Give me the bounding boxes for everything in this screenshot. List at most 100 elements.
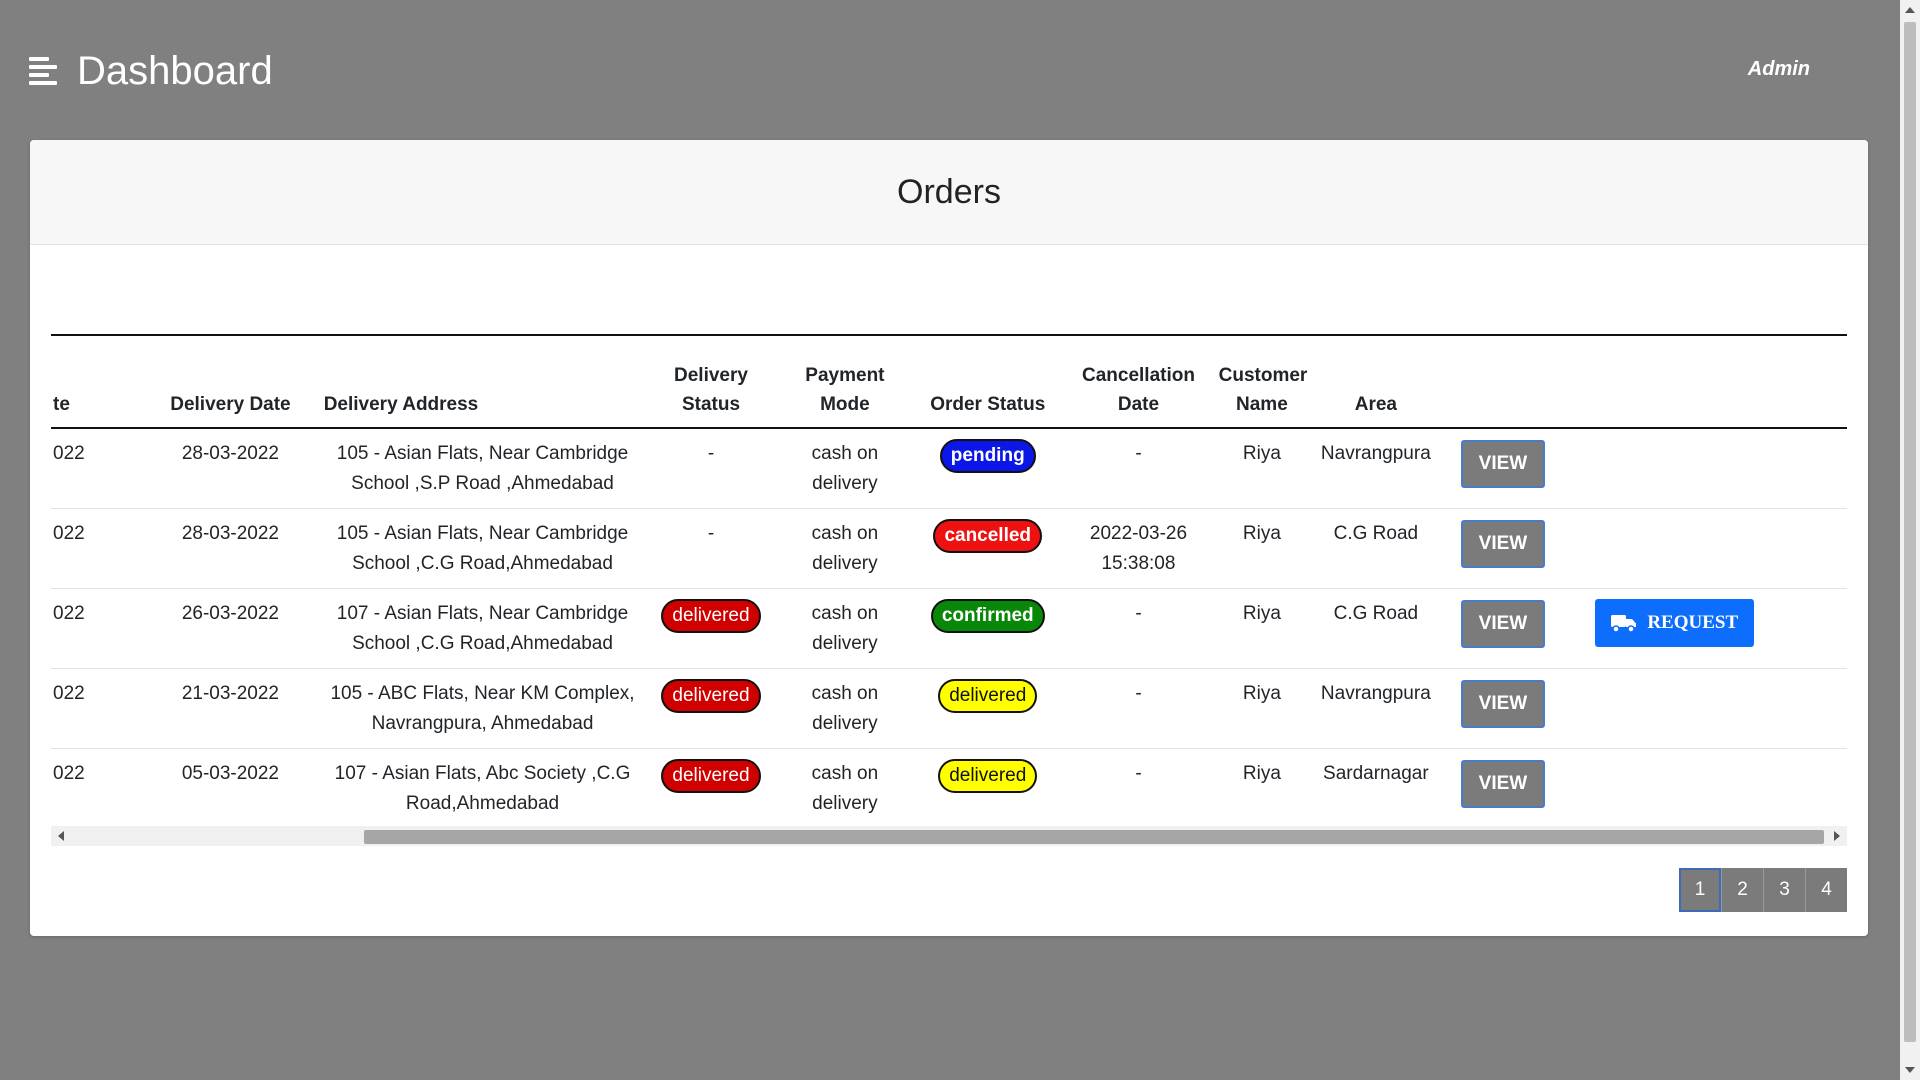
order-date-cell: 022: [51, 428, 142, 509]
column-header-payment-mode: Payment Mode: [776, 334, 914, 429]
column-header-customer-name: Customer Name: [1214, 334, 1310, 429]
column-header-delivery-status: Delivery Status: [645, 334, 777, 429]
scrollbar-thumb[interactable]: [364, 830, 1824, 844]
customer-cell: Riya: [1214, 668, 1310, 749]
action-cell: VIEW: [1442, 748, 1564, 829]
orders-card: Orders te Delivery Date Delivery Address…: [30, 140, 1868, 936]
delivery-status-badge: delivered: [661, 758, 761, 793]
top-bar: Dashboard Admin: [0, 0, 1898, 140]
delivery-date-cell: 28-03-2022: [141, 428, 320, 509]
order-date-cell: 022: [51, 588, 142, 669]
column-header-delivery-date: Delivery Date: [141, 334, 320, 429]
delivery-status-badge: delivered: [661, 678, 761, 713]
column-header-area: Area: [1309, 334, 1443, 429]
delivery-status-badge: delivered: [661, 598, 761, 633]
customer-cell: Riya: [1214, 748, 1310, 829]
order-date-cell: 022: [51, 748, 142, 829]
cancellation-date-cell: -: [1062, 668, 1215, 749]
area-cell: C.G Road: [1309, 588, 1443, 669]
address-cell: 107 - Asian Flats, Abc Society ,C.G Road…: [319, 748, 646, 829]
area-cell: Sardarnagar: [1309, 748, 1443, 829]
area-cell: Navrangpura: [1309, 668, 1443, 749]
order-date-cell: 022: [51, 508, 142, 589]
request-cell: [1563, 508, 1847, 589]
view-button[interactable]: VIEW: [1460, 599, 1545, 648]
orders-table-container[interactable]: te Delivery Date Delivery Address Delive…: [51, 334, 1847, 830]
status-badge: pending: [939, 439, 1036, 473]
view-button[interactable]: VIEW: [1460, 759, 1545, 808]
payment-mode-cell: cash on delivery: [776, 428, 914, 509]
page-button-4[interactable]: 4: [1805, 868, 1847, 912]
card-title: Orders: [897, 172, 1001, 211]
address-cell: 105 - Asian Flats, Near Cambridge School…: [319, 508, 646, 589]
action-cell: VIEW: [1442, 508, 1564, 589]
card-header: Orders: [30, 140, 1868, 245]
delivery-date-cell: 28-03-2022: [141, 508, 320, 589]
request-cell: [1563, 748, 1847, 829]
scroll-down-arrow-icon[interactable]: [1905, 1067, 1915, 1073]
table-row: 022 21-03-2022 105 - ABC Flats, Near KM …: [51, 668, 1847, 749]
hamburger-menu-icon[interactable]: [29, 57, 57, 85]
admin-user-label[interactable]: Admin: [1748, 58, 1810, 81]
column-header-cancellation-date: Cancellation Date: [1062, 334, 1215, 429]
table-header-row: te Delivery Date Delivery Address Delive…: [51, 334, 1847, 429]
order-status-cell: cancelled: [913, 508, 1063, 589]
action-cell: VIEW: [1442, 428, 1564, 509]
view-button[interactable]: VIEW: [1460, 679, 1545, 728]
view-button[interactable]: VIEW: [1460, 440, 1545, 488]
customer-cell: Riya: [1214, 588, 1310, 669]
pagination: 1 2 3 4: [1679, 868, 1847, 912]
address-cell: 105 - ABC Flats, Near KM Complex, Navran…: [319, 668, 646, 749]
scroll-left-arrow-icon[interactable]: [58, 831, 64, 841]
delivery-status-cell: delivered: [645, 668, 777, 749]
delivery-date-cell: 05-03-2022: [141, 748, 320, 829]
page-button-2[interactable]: 2: [1721, 868, 1763, 912]
order-status-cell: pending: [913, 428, 1063, 509]
area-cell: C.G Road: [1309, 508, 1443, 589]
request-cell: [1563, 428, 1847, 509]
column-header-actions: [1442, 334, 1564, 429]
table-row: 022 26-03-2022 107 - Asian Flats, Near C…: [51, 588, 1847, 669]
payment-mode-cell: cash on delivery: [776, 588, 914, 669]
delivery-status-cell: -: [645, 508, 777, 589]
order-date-cell: 022: [51, 668, 142, 749]
page-title: Dashboard: [77, 49, 273, 93]
order-status-cell: delivered: [913, 668, 1063, 749]
payment-mode-cell: cash on delivery: [776, 748, 914, 829]
address-cell: 107 - Asian Flats, Near Cambridge School…: [319, 588, 646, 669]
request-cell: REQUEST: [1563, 588, 1847, 669]
page-button-3[interactable]: 3: [1763, 868, 1805, 912]
cancellation-date-cell: 2022-03-26 15:38:08: [1062, 508, 1215, 589]
delivery-date-cell: 26-03-2022: [141, 588, 320, 669]
request-button-label: REQUEST: [1647, 611, 1739, 633]
table-row: 022 05-03-2022 107 - Asian Flats, Abc So…: [51, 748, 1847, 829]
cancellation-date-cell: -: [1062, 428, 1215, 509]
scroll-right-arrow-icon[interactable]: [1834, 831, 1840, 841]
window-scrollbar-thumb[interactable]: [1904, 22, 1916, 1042]
column-header-request: [1563, 334, 1847, 429]
status-badge: delivered: [938, 678, 1038, 713]
delivery-status-cell: delivered: [645, 748, 777, 829]
action-cell: VIEW: [1442, 668, 1564, 749]
table-row: 022 28-03-2022 105 - Asian Flats, Near C…: [51, 508, 1847, 589]
request-delivery-button[interactable]: REQUEST: [1595, 598, 1755, 647]
action-cell: VIEW: [1442, 588, 1564, 669]
scroll-up-arrow-icon[interactable]: [1905, 7, 1915, 13]
customer-cell: Riya: [1214, 428, 1310, 509]
truck-icon: [1611, 614, 1637, 633]
cancellation-date-cell: -: [1062, 748, 1215, 829]
window-vertical-scrollbar[interactable]: [1900, 0, 1920, 1080]
area-cell: Navrangpura: [1309, 428, 1443, 509]
delivery-status-cell: delivered: [645, 588, 777, 669]
delivery-date-cell: 21-03-2022: [141, 668, 320, 749]
customer-cell: Riya: [1214, 508, 1310, 589]
column-header-order-date: te: [51, 334, 142, 429]
table-horizontal-scrollbar[interactable]: [51, 826, 1847, 846]
order-status-cell: delivered: [913, 748, 1063, 829]
status-badge: confirmed: [930, 598, 1045, 633]
status-badge: cancelled: [933, 518, 1043, 553]
page-button-1[interactable]: 1: [1679, 868, 1721, 912]
table-row: 022 28-03-2022 105 - Asian Flats, Near C…: [51, 428, 1847, 509]
cancellation-date-cell: -: [1062, 588, 1215, 669]
view-button[interactable]: VIEW: [1460, 519, 1545, 568]
